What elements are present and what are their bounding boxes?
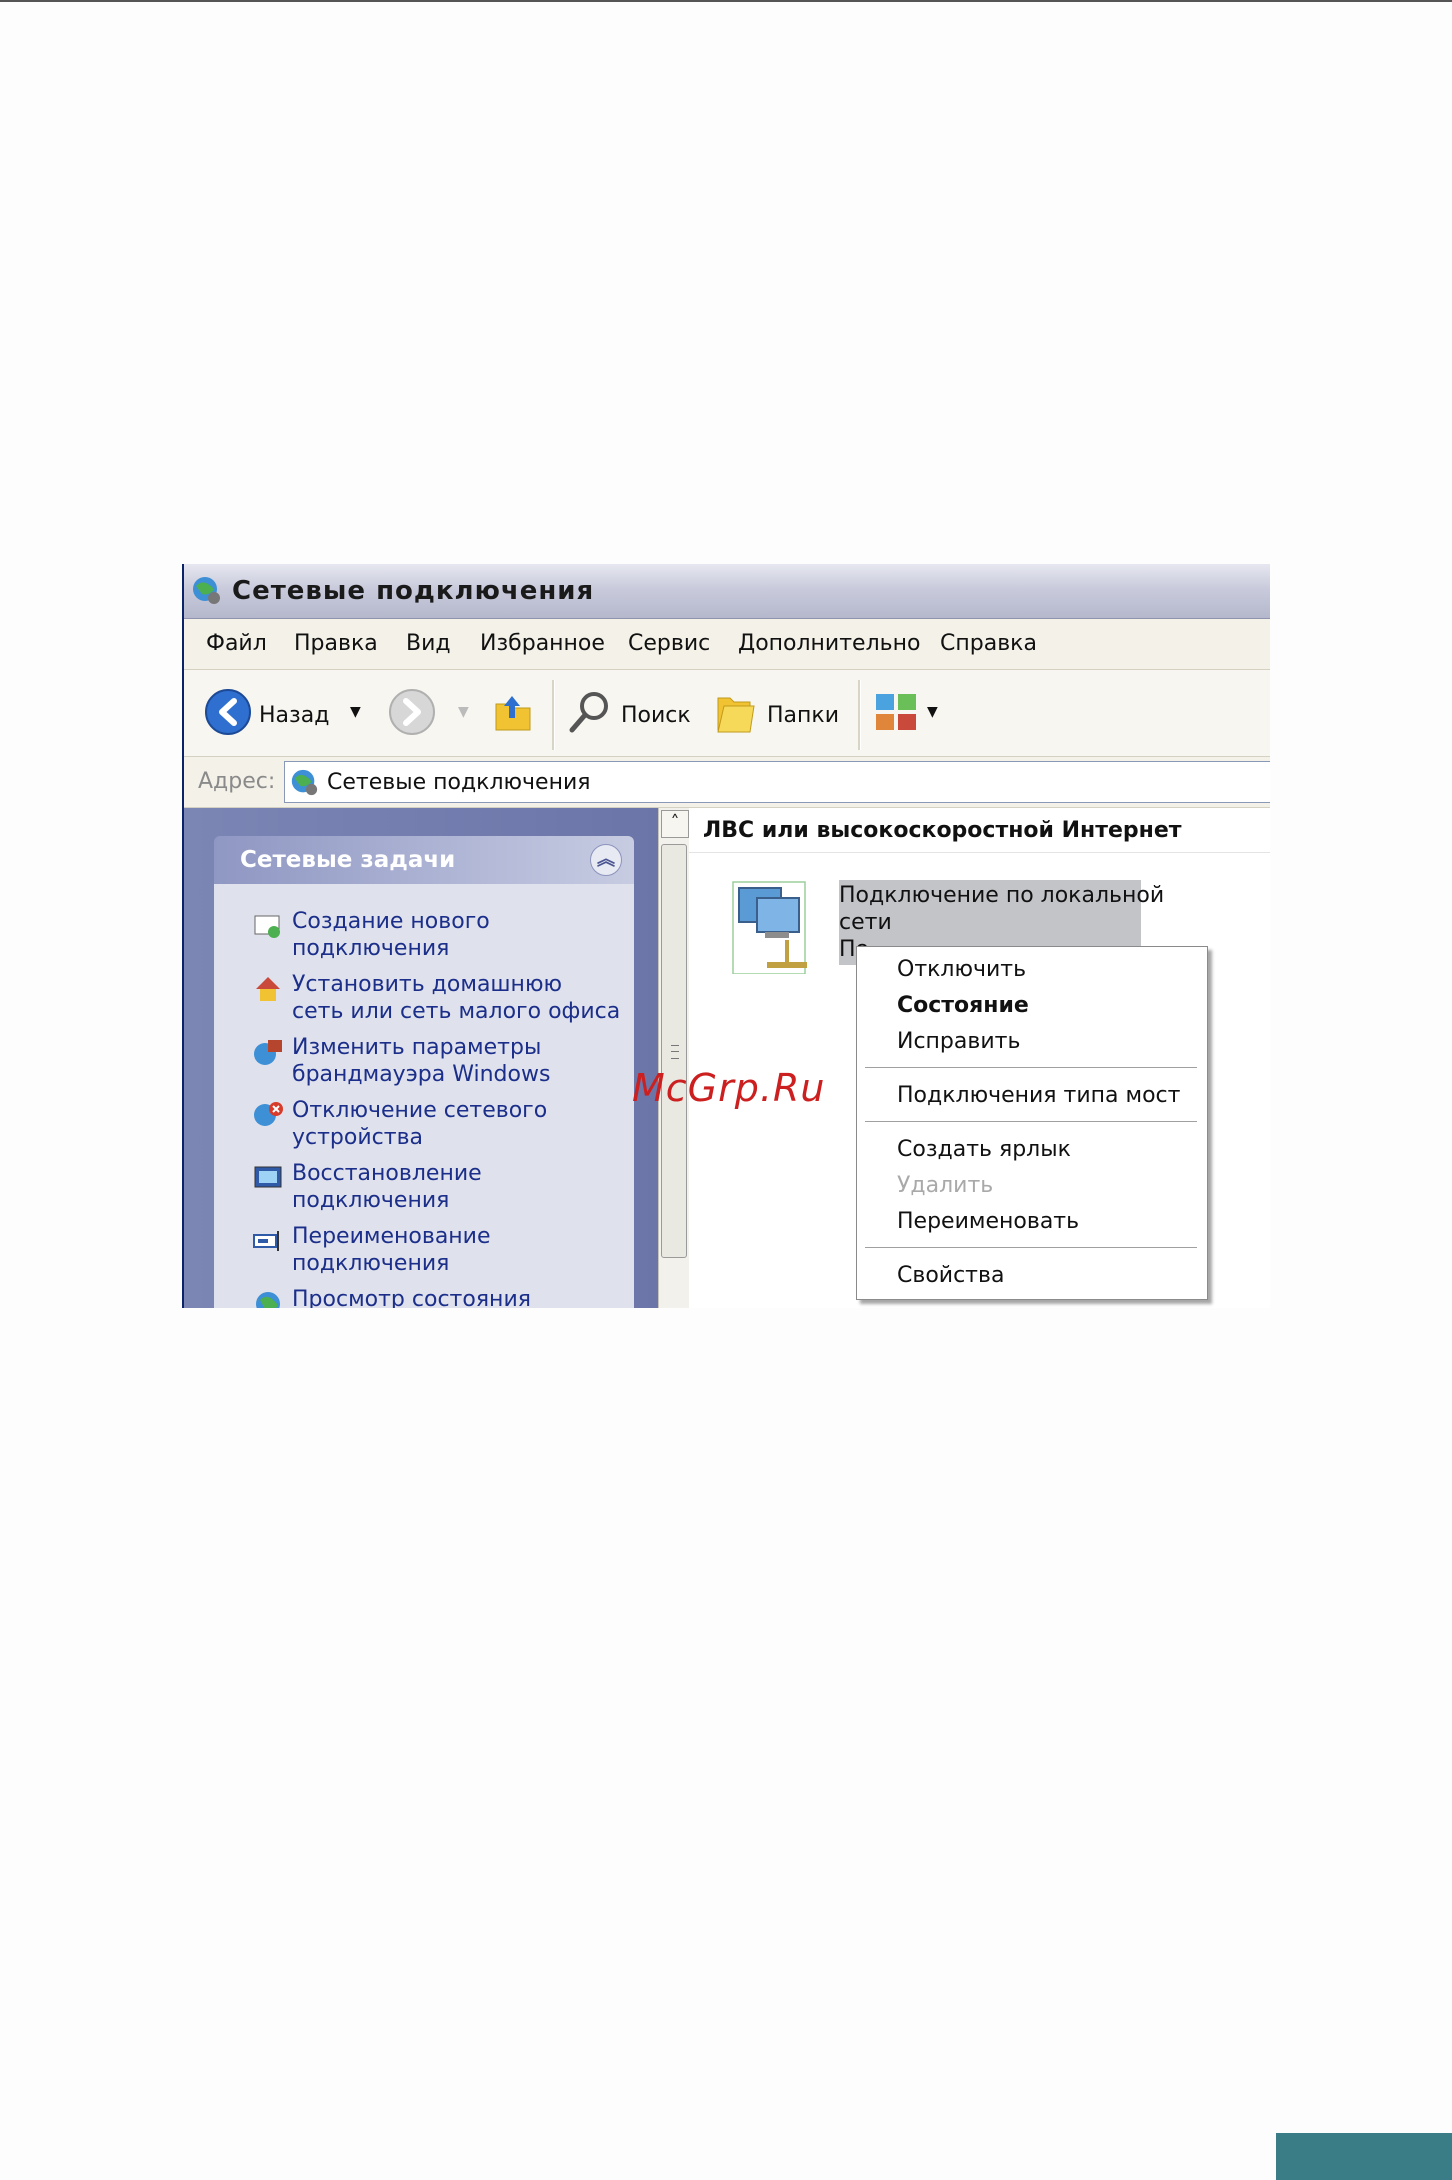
menu-item-delete: Удалить — [897, 1173, 994, 1198]
page-top-rule — [0, 0, 1452, 2]
folders-button[interactable]: Папки — [712, 688, 839, 736]
address-value: Сетевые подключения — [327, 770, 591, 795]
menu-item-repair[interactable]: Исправить — [897, 1029, 1020, 1054]
house-icon — [256, 977, 280, 1001]
toolbar: Назад ▼ ▼ Поиск Папки ▼ — [184, 670, 1270, 757]
menu-edit[interactable]: Правка — [294, 631, 378, 656]
firewall-globe-icon — [254, 1040, 282, 1065]
up-folder-button[interactable] — [488, 688, 536, 742]
new-connection-icon — [254, 915, 280, 938]
menu-item-properties[interactable]: Свойства — [897, 1263, 1004, 1288]
search-button[interactable]: Поиск — [566, 688, 691, 736]
search-icon — [569, 692, 608, 733]
folders-label: Папки — [767, 703, 839, 728]
scroll-grip-icon — [671, 1045, 679, 1059]
menu-view[interactable]: Вид — [406, 631, 451, 656]
menu-separator — [865, 1247, 1197, 1249]
menu-separator — [865, 1121, 1197, 1123]
task-label: Восстановление подключения — [292, 1161, 482, 1213]
task-label: Установить домашнюю сеть или сеть малого… — [292, 972, 621, 1024]
back-button[interactable]: Назад — [204, 688, 329, 736]
scroll-up-arrow-icon[interactable]: ˄ — [661, 810, 689, 838]
toolbar-separator — [552, 680, 555, 750]
views-dropdown-icon: ▼ — [927, 704, 938, 720]
network-tasks-list: Создание нового подключения Установить д… — [214, 884, 634, 1308]
repair-monitor-icon — [254, 1166, 282, 1188]
title-bar[interactable]: Сетевые подключения — [184, 564, 1270, 619]
menu-item-disconnect[interactable]: Отключить — [897, 957, 1026, 982]
task-pane: Сетевые задачи ︽ Создание нового подключ… — [184, 808, 658, 1308]
context-menu: Отключить Состояние Исправить Подключени… — [856, 946, 1208, 1300]
menu-bar: Файл Правка Вид Избранное Сервис Дополни… — [184, 619, 1270, 670]
menu-advanced[interactable]: Дополнительно — [738, 631, 920, 656]
connection-name-line1: Подключение по локальной — [839, 883, 1165, 908]
address-field[interactable]: Сетевые подключения — [284, 761, 1270, 803]
back-dropdown-icon[interactable]: ▼ — [350, 704, 361, 720]
group-divider — [689, 852, 1270, 853]
up-folder-icon — [495, 696, 531, 731]
menu-item-create-shortcut[interactable]: Создать ярлык — [897, 1137, 1071, 1162]
task-label: Изменить параметры брандмауэра Windows — [292, 1035, 551, 1087]
network-globe-icon — [193, 577, 220, 604]
task-label: Просмотр состояния — [292, 1287, 531, 1308]
folders-icon — [717, 697, 755, 733]
watermark-text: McGrp.Ru — [632, 1066, 826, 1110]
views-icon — [876, 694, 916, 730]
collapse-chevron-icon[interactable]: ︽ — [590, 844, 622, 876]
menu-help[interactable]: Справка — [940, 631, 1037, 656]
disable-network-icon — [254, 1102, 283, 1126]
network-tasks-header[interactable]: Сетевые задачи ︽ — [214, 836, 634, 884]
search-label: Поиск — [621, 703, 691, 728]
menu-tools[interactable]: Сервис — [628, 631, 710, 656]
status-globe-icon — [256, 1292, 280, 1308]
forward-arrow-icon — [389, 689, 435, 735]
task-label: Переименование подключения — [292, 1224, 491, 1276]
task-label: Создание нового подключения — [292, 909, 490, 961]
window-title: Сетевые подключения — [232, 576, 595, 606]
menu-separator — [865, 1067, 1197, 1069]
task-label: Отключение сетевого устройства — [292, 1098, 548, 1150]
scroll-thumb[interactable] — [661, 844, 687, 1258]
lan-connection-icon[interactable] — [727, 878, 823, 974]
group-header: ЛВС или высокоскоростной Интернет — [703, 818, 1182, 843]
menu-file[interactable]: Файл — [206, 631, 267, 656]
toolbar-separator — [858, 680, 861, 750]
rename-icon — [253, 1231, 279, 1251]
menu-item-rename[interactable]: Переименовать — [897, 1209, 1079, 1234]
back-arrow-icon — [205, 689, 251, 735]
menu-item-status[interactable]: Состояние — [897, 993, 1029, 1018]
network-globe-icon — [291, 769, 318, 796]
menu-favorites[interactable]: Избранное — [480, 631, 605, 656]
menu-item-bridge[interactable]: Подключения типа мост — [897, 1083, 1180, 1108]
views-button[interactable]: ▼ — [872, 688, 938, 736]
back-label: Назад — [259, 703, 330, 728]
forward-button[interactable] — [388, 688, 436, 742]
vertical-scrollbar[interactable]: ˄ — [658, 808, 689, 1308]
connection-name-line2: сети — [839, 910, 892, 935]
address-bar: Адрес: Сетевые подключения — [184, 757, 1270, 808]
forward-dropdown-icon[interactable]: ▼ — [458, 704, 469, 720]
network-tasks-title: Сетевые задачи — [240, 847, 456, 873]
page-corner-tab — [1276, 2133, 1452, 2180]
address-label: Адрес: — [198, 769, 276, 794]
